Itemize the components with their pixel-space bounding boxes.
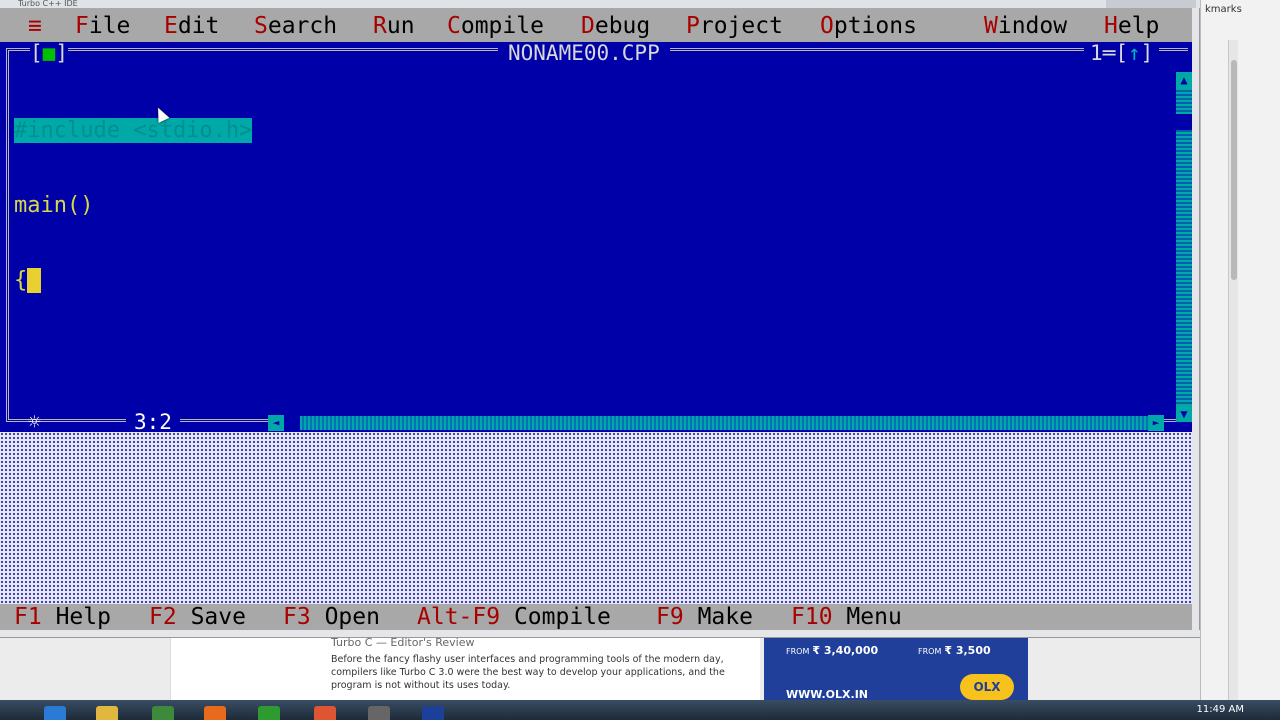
menu-options[interactable]: Options: [820, 13, 917, 39]
editor-status-line: ☼ 3:2 ◄ ►: [0, 410, 1192, 434]
menu-search[interactable]: Search: [254, 13, 337, 39]
selected-text[interactable]: #include <stdio.h>: [14, 118, 253, 143]
horizontal-scrollbar[interactable]: ◄ ►: [268, 415, 1164, 431]
fkey-make[interactable]: F9 Make: [656, 604, 753, 630]
vertical-scrollbar[interactable]: ▲ ▼: [1176, 72, 1192, 422]
browser-side-panel: kmarks: [1200, 0, 1280, 720]
fkey-compile[interactable]: Alt-F9 Compile: [417, 604, 611, 630]
windows-taskbar: 11:49 AM: [0, 700, 1280, 720]
window-controls[interactable]: [1106, 0, 1196, 8]
modified-star-icon: ☼: [28, 410, 41, 434]
window-title: Turbo C++ IDE: [18, 0, 78, 8]
menu-run[interactable]: Run: [373, 13, 415, 39]
ad-price-1: FROM ₹ 3,40,000: [786, 644, 879, 657]
menu-project[interactable]: Project: [686, 13, 783, 39]
ad-price-2: FROM ₹ 3,500: [918, 644, 991, 657]
ide-desktop-background: [0, 432, 1192, 604]
olx-logo: OLX: [960, 674, 1014, 700]
fkey-help[interactable]: F1 Help: [14, 604, 111, 630]
menu-debug[interactable]: Debug: [581, 13, 650, 39]
firefox-icon[interactable]: [204, 706, 226, 720]
fkey-open[interactable]: F3 Open: [283, 604, 380, 630]
code-line-2[interactable]: main(): [14, 193, 252, 218]
app-icon[interactable]: [152, 706, 174, 720]
scroll-right-icon[interactable]: ►: [1148, 415, 1164, 431]
olx-advertisement[interactable]: FROM ₹ 3,40,000 FROM ₹ 3,500 WWW.OLX.IN OL…: [764, 636, 1028, 701]
menu-window[interactable]: Window: [984, 13, 1067, 39]
scroll-left-icon[interactable]: ◄: [268, 415, 284, 431]
menu-help[interactable]: Help: [1104, 13, 1159, 39]
browser-scroll-thumb[interactable]: [1231, 60, 1237, 280]
editor-window: [■] NONAME00.CPP 1═[↑] #include <stdio.h…: [0, 41, 1192, 434]
article-text: Before the fancy flashy user interfaces …: [331, 654, 725, 691]
editor-filename: NONAME00.CPP: [498, 42, 670, 64]
article-panel: Turbo C — Editor's Review Before the fan…: [170, 636, 760, 700]
vertical-scroll-thumb[interactable]: [1176, 114, 1192, 130]
folder-icon[interactable]: [96, 706, 118, 720]
dos-window-icon[interactable]: [422, 706, 444, 720]
gtalk-icon[interactable]: [314, 706, 336, 720]
utorrent-icon[interactable]: [258, 706, 280, 720]
fkey-save[interactable]: F2 Save: [149, 604, 246, 630]
horizontal-scroll-thumb[interactable]: [284, 416, 300, 430]
taskbar-clock[interactable]: 11:49 AM: [1197, 704, 1244, 715]
code-line-3[interactable]: {_: [14, 268, 252, 293]
internet-explorer-icon[interactable]: [44, 706, 66, 720]
code-line-1[interactable]: #include <stdio.h>: [14, 118, 253, 143]
system-menu-icon[interactable]: ≡: [28, 13, 42, 39]
scroll-up-icon[interactable]: ▲: [1176, 72, 1192, 88]
function-key-bar: F1 Help F2 Save F3 Open Alt-F9 Compile F…: [0, 604, 1192, 630]
fkey-menu[interactable]: F10 Menu: [791, 604, 902, 630]
cursor-position: 3:2: [126, 410, 180, 434]
window-titlebar[interactable]: Turbo C++ IDE: [0, 0, 1200, 8]
code-area[interactable]: #include <stdio.h> main() {_: [14, 68, 253, 343]
menu-bar: ≡ File Edit Search Run Compile Debug Pro…: [0, 8, 1192, 42]
bookmarks-label[interactable]: kmarks: [1205, 4, 1242, 15]
browser-scrollbar[interactable]: [1228, 40, 1238, 700]
menu-compile[interactable]: Compile: [447, 13, 544, 39]
window-number: 1: [1090, 41, 1103, 65]
app-icon-2[interactable]: [368, 706, 390, 720]
zoom-arrow-icon[interactable]: ↑: [1128, 41, 1141, 65]
text-cursor: _: [27, 268, 41, 293]
window-number-zoom[interactable]: 1═[↑]: [1084, 41, 1160, 65]
close-icon: ■: [42, 41, 56, 65]
window-border-bottom: [0, 630, 1200, 638]
window-border-right: [1192, 8, 1200, 638]
menu-file[interactable]: File: [75, 13, 130, 39]
menu-edit[interactable]: Edit: [164, 13, 219, 39]
close-box-button[interactable]: [■]: [30, 42, 68, 64]
turbo-cpp-screen: ≡ File Edit Search Run Compile Debug Pro…: [0, 8, 1192, 630]
